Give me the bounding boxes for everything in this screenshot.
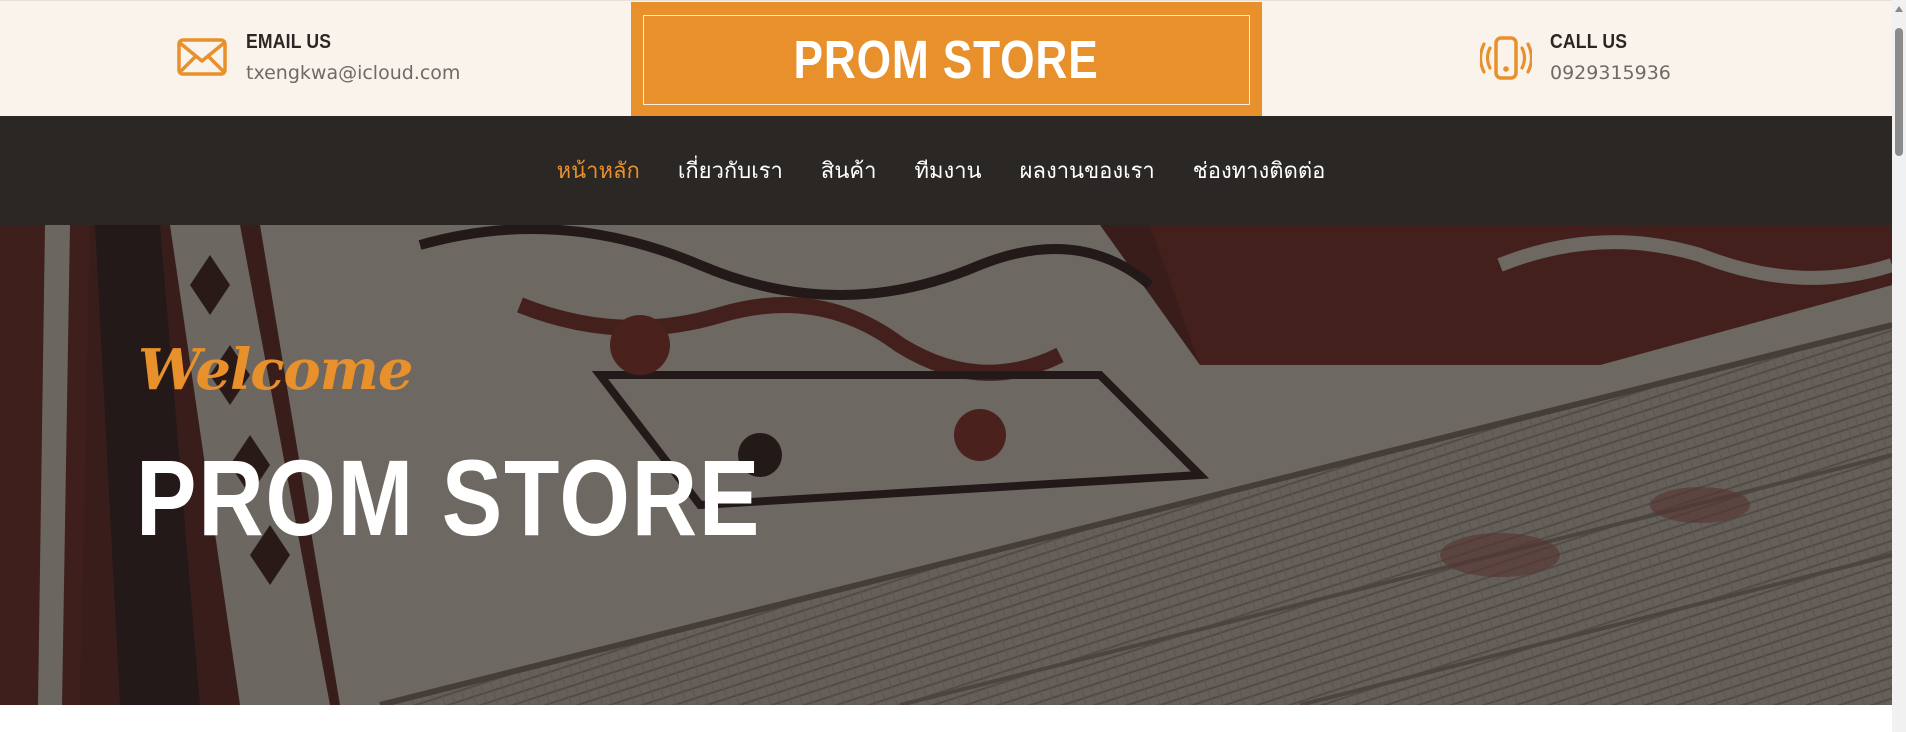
email-contact: EMAIL US txengkwa@icloud.com [176,25,460,84]
nav-item-team[interactable]: ทีมงาน [914,153,981,188]
phone-title: CALL US [1550,31,1628,53]
nav-item-contact[interactable]: ช่องทางติดต่อ [1193,153,1326,188]
logo-text: PROM STORE [793,30,1100,90]
logo-frame: PROM STORE [643,15,1250,105]
nav-item-portfolio[interactable]: ผลงานของเรา [1020,153,1155,188]
envelope-icon [177,38,227,76]
phone-number[interactable]: 0929315936 [1550,62,1671,84]
hero-title: PROM STORE [136,437,762,558]
nav-item-products[interactable]: สินค้า [821,153,877,188]
top-header: EMAIL US txengkwa@icloud.com PROM STORE … [0,0,1892,117]
email-address[interactable]: txengkwa@icloud.com [246,62,460,84]
email-title: EMAIL US [246,31,332,53]
hero-welcome: Welcome [138,337,414,403]
main-nav: หน้าหลัก เกี่ยวกับเรา สินค้า ทีมงาน ผลงา… [0,116,1892,225]
scroll-up-arrow-icon[interactable] [1895,6,1903,12]
page: EMAIL US txengkwa@icloud.com PROM STORE … [0,0,1892,732]
scrollbar-thumb[interactable] [1895,28,1903,156]
nav-item-home[interactable]: หน้าหลัก [557,153,640,188]
nav-item-about[interactable]: เกี่ยวกับเรา [678,153,783,188]
phone-contact: CALL US 0929315936 [1480,25,1671,84]
hero-banner: Welcome PROM STORE [0,225,1892,705]
vertical-scrollbar[interactable] [1892,0,1906,732]
nav-list: หน้าหลัก เกี่ยวกับเรา สินค้า ทีมงาน ผลงา… [0,116,1892,225]
site-logo[interactable]: PROM STORE [631,2,1262,117]
vibrating-phone-icon [1480,36,1532,80]
